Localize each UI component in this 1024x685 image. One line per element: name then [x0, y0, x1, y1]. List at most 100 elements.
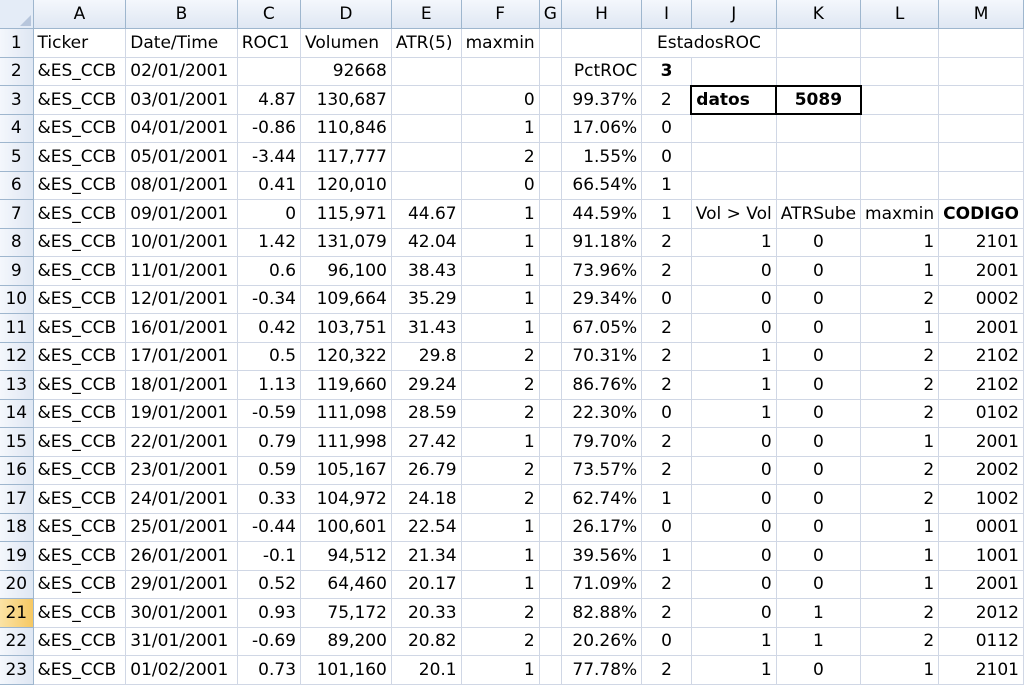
cell-a[interactable]: &ES_CCB: [33, 370, 127, 400]
cell-i[interactable]: 2: [641, 256, 692, 286]
cell-d[interactable]: 120,322: [300, 342, 392, 371]
cell-m[interactable]: 0112: [938, 627, 1024, 656]
cell-f[interactable]: 2: [461, 627, 540, 656]
cell-a[interactable]: &ES_CCB: [33, 285, 127, 314]
cell-m[interactable]: CODIGO: [938, 199, 1024, 229]
cell-f[interactable]: 1: [461, 256, 540, 286]
cell-k[interactable]: 0: [776, 541, 862, 571]
cell-k[interactable]: 0: [776, 427, 862, 457]
cell-e[interactable]: 38.43: [391, 256, 462, 286]
cell-l[interactable]: 2: [860, 456, 940, 485]
cell-e[interactable]: 29.24: [391, 370, 462, 400]
cell-i[interactable]: 2: [641, 427, 692, 457]
cell-b[interactable]: 29/01/2001: [125, 570, 238, 599]
cell-h[interactable]: 99.37%: [561, 85, 643, 115]
cell-d[interactable]: 117,777: [300, 142, 392, 172]
cell-i[interactable]: 2: [641, 655, 692, 685]
cell-f[interactable]: 2: [461, 142, 540, 172]
row-header[interactable]: 16: [0, 456, 34, 485]
cell-i[interactable]: EstadosROC: [641, 28, 777, 58]
cell-c[interactable]: 0.79: [237, 427, 302, 457]
cell-m[interactable]: [938, 57, 1024, 86]
cell-a[interactable]: Ticker: [33, 28, 127, 58]
cell-d[interactable]: 111,098: [300, 399, 392, 428]
cell-j[interactable]: 1: [691, 342, 777, 371]
cell-c[interactable]: -0.69: [237, 627, 302, 656]
cell-e[interactable]: 20.1: [391, 655, 462, 685]
row-header[interactable]: 21: [0, 598, 34, 628]
cell-m[interactable]: [938, 114, 1024, 143]
cell-d[interactable]: 103,751: [300, 313, 392, 343]
cell-k[interactable]: 0: [776, 285, 862, 314]
cell-b[interactable]: 30/01/2001: [125, 598, 238, 628]
cell-c[interactable]: ROC1: [237, 28, 302, 58]
cell-l[interactable]: 2: [860, 399, 940, 428]
cell-d[interactable]: 94,512: [300, 541, 392, 571]
cell-l[interactable]: 2: [860, 370, 940, 400]
cell-j[interactable]: 0: [691, 513, 777, 542]
cell-l[interactable]: 1: [860, 228, 940, 257]
cell-b[interactable]: 01/02/2001: [125, 655, 238, 685]
cell-h[interactable]: 22.30%: [561, 399, 643, 428]
cell-c[interactable]: -0.86: [237, 114, 302, 143]
cell-j[interactable]: 0: [691, 484, 777, 514]
cell-e[interactable]: 29.8: [391, 342, 462, 371]
cell-l[interactable]: 1: [860, 655, 940, 685]
cell-l[interactable]: 1: [860, 313, 940, 343]
cell-l[interactable]: 2: [860, 484, 940, 514]
cell-k[interactable]: 0: [776, 228, 862, 257]
cell-g[interactable]: [539, 541, 562, 571]
cell-g[interactable]: [539, 285, 562, 314]
cell-l[interactable]: [860, 57, 940, 86]
cell-e[interactable]: 28.59: [391, 399, 462, 428]
cell-d[interactable]: 92668: [300, 57, 392, 86]
cell-m[interactable]: [938, 85, 1024, 115]
cell-c[interactable]: 4.87: [237, 85, 302, 115]
cell-c[interactable]: 0.52: [237, 570, 302, 599]
cell-m[interactable]: 1001: [938, 541, 1024, 571]
cell-m[interactable]: 2001: [938, 313, 1024, 343]
cell-m[interactable]: 2012: [938, 598, 1024, 628]
cell-b[interactable]: 09/01/2001: [125, 199, 238, 229]
cell-a[interactable]: &ES_CCB: [33, 399, 127, 428]
cell-g[interactable]: [539, 399, 562, 428]
cell-f[interactable]: 2: [461, 598, 540, 628]
cell-m[interactable]: [938, 28, 1024, 58]
cell-e[interactable]: 27.42: [391, 427, 462, 457]
cell-h[interactable]: 73.96%: [561, 256, 643, 286]
cell-k[interactable]: 0: [776, 484, 862, 514]
cell-b[interactable]: 02/01/2001: [125, 57, 238, 86]
cell-d[interactable]: 115,971: [300, 199, 392, 229]
cell-c[interactable]: 1.13: [237, 370, 302, 400]
cell-a[interactable]: &ES_CCB: [33, 256, 127, 286]
cell-j[interactable]: 0: [691, 456, 777, 485]
cell-e[interactable]: [391, 171, 462, 200]
cell-c[interactable]: -3.44: [237, 142, 302, 172]
cell-g[interactable]: [539, 627, 562, 656]
cell-e[interactable]: 26.79: [391, 456, 462, 485]
cell-m[interactable]: 2101: [938, 228, 1024, 257]
cell-k[interactable]: 0: [776, 399, 862, 428]
cell-f[interactable]: 0: [461, 171, 540, 200]
cell-f[interactable]: 1: [461, 285, 540, 314]
cell-h[interactable]: 79.70%: [561, 427, 643, 457]
cell-g[interactable]: [539, 427, 562, 457]
cell-h[interactable]: 91.18%: [561, 228, 643, 257]
cell-m[interactable]: 0002: [938, 285, 1024, 314]
select-all-corner[interactable]: [0, 0, 34, 29]
cell-d[interactable]: 111,998: [300, 427, 392, 457]
cell-f[interactable]: 2: [461, 484, 540, 514]
cell-m[interactable]: [938, 171, 1024, 200]
column-header-b[interactable]: B: [125, 0, 238, 29]
cell-g[interactable]: [539, 142, 562, 172]
cell-a[interactable]: &ES_CCB: [33, 598, 127, 628]
cell-d[interactable]: 96,100: [300, 256, 392, 286]
cell-i[interactable]: 2: [641, 85, 692, 115]
cell-l[interactable]: maxmin: [860, 199, 940, 229]
cell-f[interactable]: 2: [461, 456, 540, 485]
column-header-g[interactable]: G: [539, 0, 562, 29]
cell-e[interactable]: 20.82: [391, 627, 462, 656]
cell-d[interactable]: 89,200: [300, 627, 392, 656]
cell-b[interactable]: 22/01/2001: [125, 427, 238, 457]
cell-b[interactable]: 24/01/2001: [125, 484, 238, 514]
